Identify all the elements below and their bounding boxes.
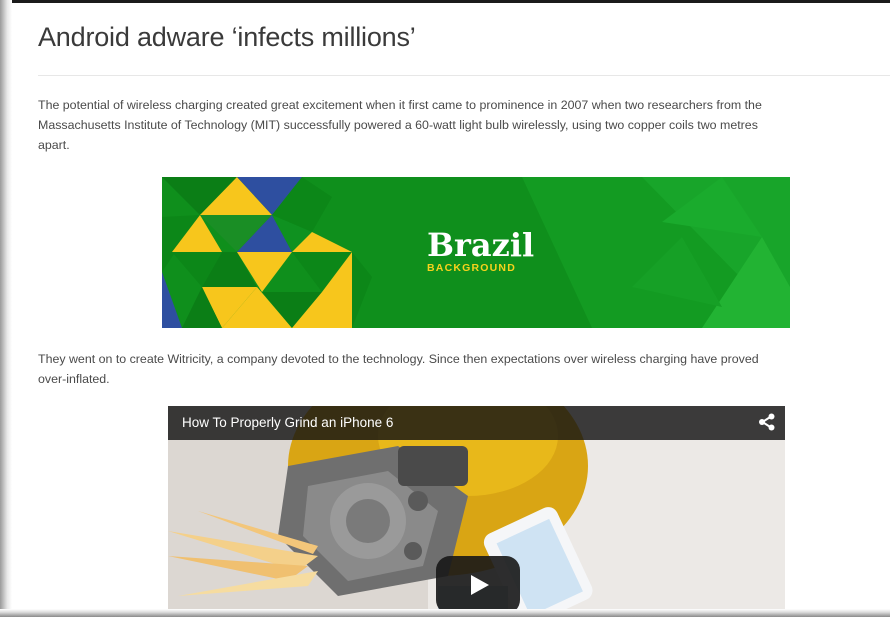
article-paragraph-2: They went on to create Witricity, a comp… (38, 349, 759, 389)
article-paragraph-1: The potential of wireless charging creat… (38, 95, 762, 155)
brazil-banner-image: Brazil BACKGROUND (162, 177, 790, 328)
paragraph-1-line-3: apart. (38, 138, 70, 152)
banner-main-text: Brazil (427, 226, 535, 264)
article-content: Android adware ‘infects millions’ The po… (38, 0, 890, 617)
paragraph-1-line-1: The potential of wireless charging creat… (38, 98, 762, 112)
video-embed[interactable]: How To Properly Grind an iPhone 6 (168, 406, 785, 617)
video-title[interactable]: How To Properly Grind an iPhone 6 (182, 415, 393, 430)
banner-brand: Brazil BACKGROUND (427, 229, 534, 274)
share-icon[interactable] (757, 412, 777, 432)
left-edge-shadow (0, 0, 12, 617)
article-title: Android adware ‘infects millions’ (38, 22, 416, 52)
paragraph-1-line-2: Massachusetts Institute of Technology (M… (38, 118, 758, 132)
title-divider (38, 75, 890, 76)
video-title-bar: How To Properly Grind an iPhone 6 (168, 406, 785, 440)
play-icon (471, 575, 489, 595)
play-button[interactable] (436, 556, 520, 614)
bottom-edge-shadow (0, 609, 890, 617)
paragraph-2-line-1: They went on to create Witricity, a comp… (38, 352, 759, 366)
paragraph-2-line-2: over-inflated. (38, 372, 110, 386)
